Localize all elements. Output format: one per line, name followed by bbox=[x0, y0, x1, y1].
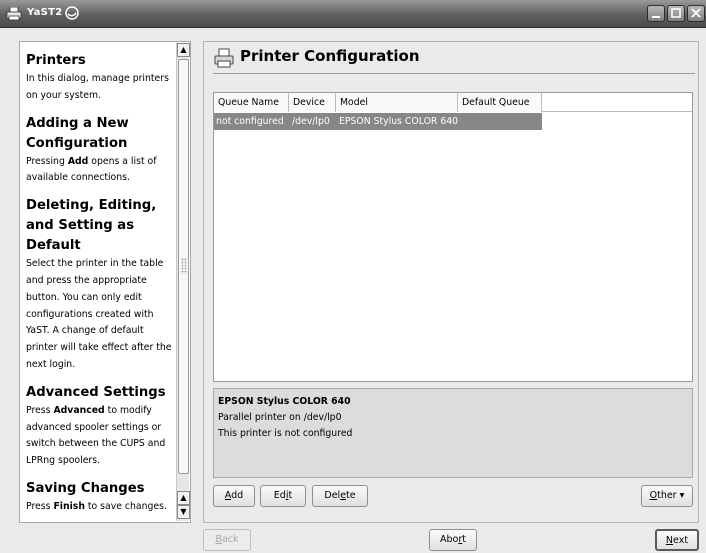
scroll-down-button[interactable]: ▼ bbox=[177, 505, 190, 519]
close-icon bbox=[691, 8, 701, 18]
cell-device: /dev/lp0 bbox=[292, 116, 330, 127]
yast-window: Printers In this dialog, manage printers … bbox=[0, 28, 706, 553]
edit-button[interactable]: Edit bbox=[260, 485, 306, 507]
yast-swirl-icon bbox=[65, 6, 79, 20]
next-button[interactable]: Next bbox=[655, 529, 699, 551]
table-header: Queue Name Device Model Default Queue bbox=[214, 93, 692, 112]
help-paragraph: Press Advanced to modify advanced spoole… bbox=[26, 404, 166, 467]
grip-icon bbox=[181, 258, 187, 274]
help-paragraph: In this dialog, manage printers on your … bbox=[26, 73, 169, 101]
scroll-up-button-lower[interactable]: ▲ bbox=[177, 491, 190, 505]
minimize-icon bbox=[652, 16, 660, 18]
help-paragraph: Pressing Add opens a list of available c… bbox=[26, 155, 157, 184]
maximize-button[interactable] bbox=[667, 5, 685, 22]
help-panel: Printers In this dialog, manage printers … bbox=[19, 41, 191, 523]
scrollbar-thumb[interactable] bbox=[178, 59, 189, 474]
detail-line: This printer is not configured bbox=[218, 428, 353, 439]
help-paragraph: Select the printer in the table and pres… bbox=[26, 258, 172, 370]
help-heading: Advanced Settings bbox=[26, 384, 166, 400]
printer-details: EPSON Stylus COLOR 640 Parallel printer … bbox=[213, 388, 693, 478]
printer-config-panel: Printer Configuration Queue Name Device … bbox=[203, 41, 699, 523]
minimize-button[interactable] bbox=[647, 5, 665, 22]
column-header-model[interactable]: Model bbox=[336, 93, 458, 112]
column-header-device[interactable]: Device bbox=[289, 93, 336, 112]
help-paragraph: Press Finish to save changes. bbox=[26, 500, 167, 512]
help-heading: Printers bbox=[26, 53, 86, 68]
cell-default-queue bbox=[460, 113, 462, 130]
abort-button[interactable]: Abort bbox=[429, 529, 477, 551]
back-button[interactable]: Back bbox=[203, 529, 251, 551]
printer-icon bbox=[214, 48, 234, 68]
help-heading: Saving Changes bbox=[26, 480, 145, 496]
printer-table[interactable]: Queue Name Device Model Default Queue no… bbox=[213, 92, 693, 382]
help-heading: Adding a New Configuration bbox=[26, 115, 129, 151]
column-header-default-queue[interactable]: Default Queue bbox=[458, 93, 542, 112]
column-header-queue-name[interactable]: Queue Name bbox=[214, 93, 289, 112]
other-button[interactable]: Other ▾ bbox=[641, 485, 693, 507]
help-text: Printers In this dialog, manage printers … bbox=[26, 51, 176, 522]
help-heading: Deleting, Editing, and Setting as Defaul… bbox=[26, 198, 157, 254]
delete-button[interactable]: Delete bbox=[312, 485, 368, 507]
cell-queue-name: not configured bbox=[216, 116, 284, 127]
window-title: YaST2 bbox=[27, 7, 63, 18]
add-button[interactable]: Add bbox=[213, 485, 255, 507]
detail-line: Parallel printer on /dev/lp0 bbox=[218, 412, 342, 423]
maximize-icon bbox=[671, 8, 681, 18]
page-title: Printer Configuration bbox=[240, 47, 420, 65]
title-divider bbox=[213, 73, 695, 74]
detail-title: EPSON Stylus COLOR 640 bbox=[218, 396, 351, 407]
cell-model: EPSON Stylus COLOR 640 bbox=[339, 116, 459, 127]
printer-app-icon bbox=[6, 7, 22, 21]
close-button[interactable] bbox=[687, 5, 705, 22]
table-row[interactable]: not configured /dev/lp0 EPSON Stylus COL… bbox=[214, 113, 542, 130]
window-titlebar: YaST2 bbox=[0, 0, 706, 28]
scroll-up-button[interactable]: ▲ bbox=[177, 43, 190, 57]
help-scrollbar[interactable]: ▲ ▲ ▼ bbox=[176, 43, 190, 521]
